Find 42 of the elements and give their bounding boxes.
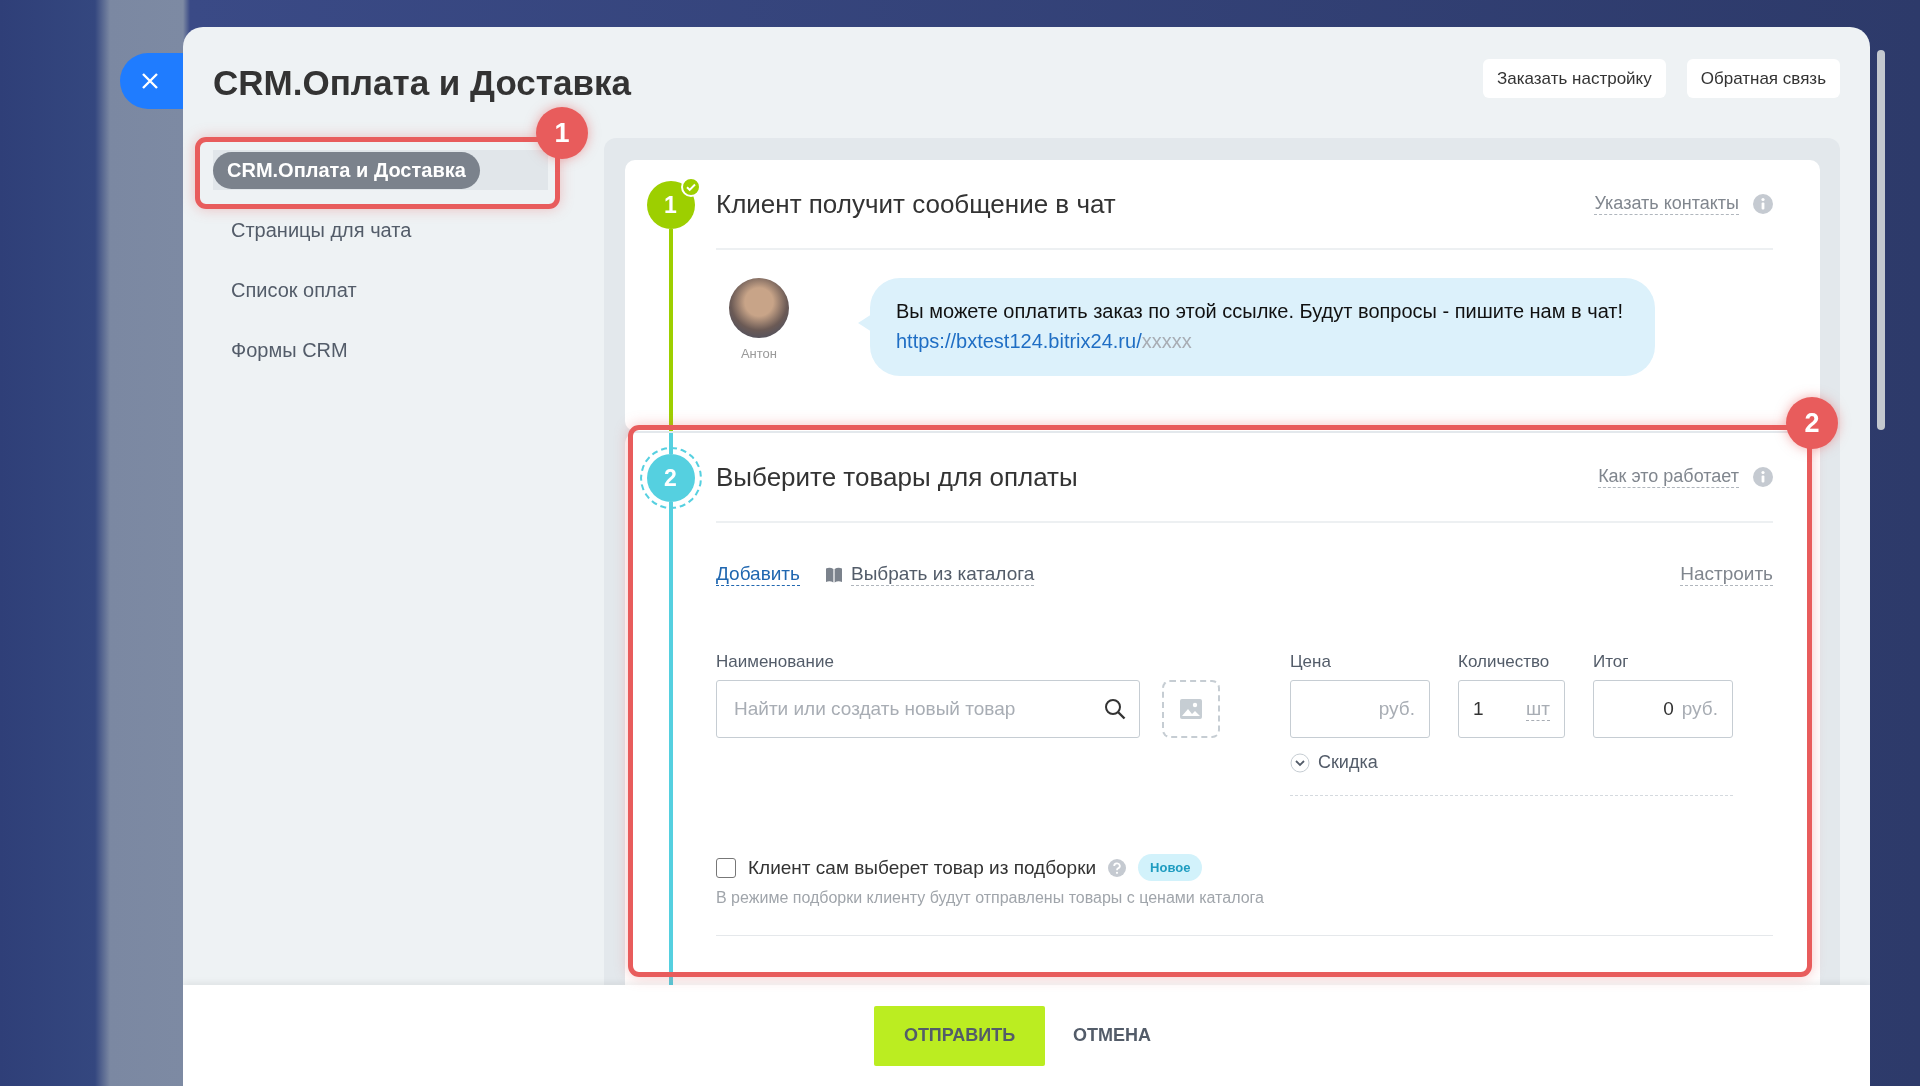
checkbox[interactable] <box>716 857 736 878</box>
step-number: 1 <box>664 191 677 219</box>
header-button[interactable]: Обратная связь <box>1686 59 1840 98</box>
step-title: Выберите товары для оплаты <box>716 461 1078 493</box>
catalog-link[interactable]: Выбрать из каталога <box>825 563 1035 586</box>
new-badge: Новое <box>1138 854 1203 881</box>
scrollbar[interactable] <box>1877 50 1885 430</box>
product-search-field[interactable]: Найти или создать новый товар <box>716 680 1140 738</box>
field-label: Наименование <box>716 651 835 672</box>
header-button[interactable]: Заказать настройку <box>1483 59 1666 98</box>
step-title: Клиент получит сообщение в чат <box>716 188 1116 220</box>
help-icon <box>1108 858 1127 877</box>
help-link[interactable]: Как это работает <box>1598 466 1739 488</box>
info-icon <box>1753 194 1773 214</box>
picture-icon <box>1179 698 1203 720</box>
discount-toggle[interactable]: Скидка <box>1290 752 1733 773</box>
send-button[interactable]: ОТПРАВИТЬ <box>873 1005 1046 1066</box>
field-label: Количество <box>1458 651 1551 672</box>
chevron-icon <box>1290 752 1310 773</box>
settings-link[interactable]: Настроить <box>1680 563 1773 586</box>
sidebar-item[interactable]: Список оплат <box>213 270 548 310</box>
total-field[interactable]: 0 руб. <box>1593 680 1733 738</box>
search-icon <box>1104 698 1126 720</box>
add-link[interactable]: Добавить <box>716 563 800 586</box>
cancel-button[interactable]: ОТМЕНА <box>1045 1005 1180 1066</box>
quantity-field[interactable]: 1 шт <box>1458 680 1565 738</box>
sidebar-item[interactable]: CRM.Оплата и Доставка <box>213 150 548 190</box>
field-label: Итог <box>1593 651 1630 672</box>
page-title: CRM.Оплата и Доставка <box>213 62 631 103</box>
step-number: 2 <box>664 464 677 492</box>
sidebar-item[interactable]: Формы CRM <box>213 330 548 370</box>
close-icon <box>141 72 159 90</box>
hint-text: В режиме подборки клиенту будут отправлены товары с ценами каталога <box>716 889 1265 907</box>
checkbox-label: Клиент сам выберет товар из подборки <box>748 856 1097 879</box>
payment-link[interactable]: https://bxtest124.bitrix24.ru/xxxxx <box>896 330 1192 352</box>
sidebar-item[interactable]: Страницы для чата <box>213 210 548 250</box>
author-name: Антон <box>740 346 778 361</box>
info-icon <box>1753 467 1773 487</box>
help-link[interactable]: Указать контакты <box>1594 193 1739 215</box>
avatar <box>729 278 789 338</box>
book-icon <box>825 566 843 583</box>
field-label: Цена <box>1290 651 1332 672</box>
